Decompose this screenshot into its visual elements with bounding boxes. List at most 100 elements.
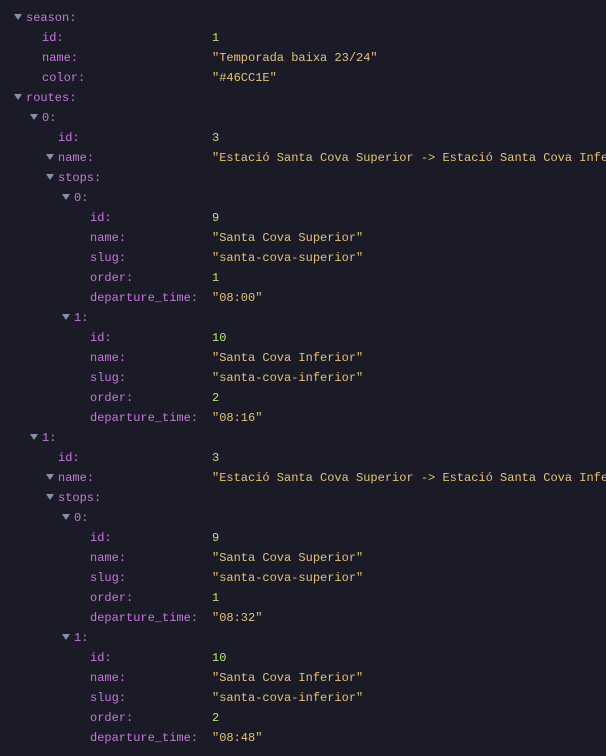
tree-key: slug: [90, 248, 126, 268]
tree-value: 1: [212, 268, 219, 288]
tree-row[interactable]: departure_time "08:16": [12, 408, 594, 428]
tree-value: 10: [212, 328, 226, 348]
tree-key: departure_time: [90, 288, 198, 308]
tree-row[interactable]: name "Santa Cova Inferior": [12, 668, 594, 688]
tree-key: departure_time: [90, 408, 198, 428]
tree-row[interactable]: name"Estació Santa Cova Superior -> Esta…: [12, 468, 594, 488]
tree-key: id: [90, 208, 112, 228]
tree-row[interactable]: name "Santa Cova Inferior": [12, 348, 594, 368]
tree-value: 2: [212, 388, 219, 408]
tree-key: name: [90, 228, 126, 248]
expand-toggle-icon[interactable]: [44, 152, 56, 164]
tree-value: 10: [212, 648, 226, 668]
tree-row[interactable]: slug "santa-cova-superior": [12, 568, 594, 588]
tree-key: slug: [90, 568, 126, 588]
tree-row[interactable]: 0: [12, 188, 594, 208]
tree-key: stops: [58, 168, 101, 188]
expand-toggle-icon[interactable]: [44, 492, 56, 504]
tree-row[interactable]: slug "santa-cova-superior": [12, 248, 594, 268]
tree-row[interactable]: name "Santa Cova Superior": [12, 228, 594, 248]
tree-value: "#46CC1E": [212, 68, 277, 88]
tree-value: "Santa Cova Inferior": [212, 348, 363, 368]
tree-row[interactable]: order 2: [12, 388, 594, 408]
tree-key: slug: [90, 688, 126, 708]
tree-key: 1: [74, 308, 88, 328]
tree-row[interactable]: order 1: [12, 268, 594, 288]
tree-value: "Temporada baixa 23/24": [212, 48, 378, 68]
tree-value: 1: [212, 588, 219, 608]
tree-value: "santa-cova-superior": [212, 248, 363, 268]
tree-key: routes: [26, 88, 76, 108]
tree-value: "santa-cova-superior": [212, 568, 363, 588]
expand-toggle-icon[interactable]: [12, 12, 24, 24]
tree-row[interactable]: departure_time "08:32": [12, 608, 594, 628]
tree-row[interactable]: name "Santa Cova Superior": [12, 548, 594, 568]
tree-key: id: [58, 448, 80, 468]
tree-value: 9: [212, 528, 219, 548]
tree-value: "08:32": [212, 608, 262, 628]
tree-value: "Santa Cova Superior": [212, 228, 363, 248]
tree-row[interactable]: slug "santa-cova-inferior": [12, 688, 594, 708]
tree-value: "08:16": [212, 408, 262, 428]
tree-row[interactable]: 1: [12, 308, 594, 328]
tree-row[interactable]: slug"santa-cova-inferior": [12, 368, 594, 388]
tree-row[interactable]: color"#46CC1E": [12, 68, 594, 88]
tree-row[interactable]: id 3: [12, 128, 594, 148]
tree-key: 0: [42, 108, 56, 128]
tree-row[interactable]: id 9: [12, 208, 594, 228]
tree-row[interactable]: id 3: [12, 448, 594, 468]
expand-toggle-icon[interactable]: [44, 472, 56, 484]
tree-row[interactable]: name"Estació Santa Cova Superior -> Esta…: [12, 148, 594, 168]
tree-key: id: [90, 528, 112, 548]
tree-value: 3: [212, 448, 219, 468]
tree-value: 2: [212, 708, 219, 728]
tree-row[interactable]: id1: [12, 28, 594, 48]
expand-toggle-icon[interactable]: [60, 512, 72, 524]
tree-row[interactable]: departure_time"08:00": [12, 288, 594, 308]
tree-key: order: [90, 388, 133, 408]
expand-toggle-icon[interactable]: [28, 432, 40, 444]
tree-key: name: [90, 348, 126, 368]
expand-toggle-icon[interactable]: [12, 92, 24, 104]
tree-row[interactable]: stops: [12, 488, 594, 508]
tree-row[interactable]: order 2: [12, 708, 594, 728]
tree-value: "santa-cova-inferior": [212, 688, 363, 708]
tree-key: name: [90, 548, 126, 568]
tree-key: id: [58, 128, 80, 148]
tree-value: "Estació Santa Cova Superior -> Estació …: [212, 148, 606, 168]
tree-value: "08:48": [212, 728, 262, 748]
expand-toggle-icon[interactable]: [28, 112, 40, 124]
tree-value: "Santa Cova Inferior": [212, 668, 363, 688]
tree-key: 0: [74, 188, 88, 208]
tree-key: order: [90, 708, 133, 728]
tree-row[interactable]: 0: [12, 508, 594, 528]
tree-row[interactable]: stops: [12, 168, 594, 188]
tree-row[interactable]: 1: [12, 428, 594, 448]
tree-row[interactable]: name "Temporada baixa 23/24": [12, 48, 594, 68]
tree-row[interactable]: 1: [12, 628, 594, 648]
tree-row[interactable]: routes: [12, 88, 594, 108]
tree-value: 3: [212, 128, 219, 148]
json-tree: seasonid1name"Temporada baixa 23/24"colo…: [12, 8, 594, 748]
tree-value: 9: [212, 208, 219, 228]
tree-row[interactable]: 0: [12, 108, 594, 128]
tree-key: slug: [90, 368, 126, 388]
tree-key: id: [90, 648, 112, 668]
expand-toggle-icon[interactable]: [60, 632, 72, 644]
tree-row[interactable]: order1: [12, 588, 594, 608]
expand-toggle-icon[interactable]: [44, 172, 56, 184]
tree-key: name: [90, 668, 126, 688]
expand-toggle-icon[interactable]: [60, 312, 72, 324]
tree-key: name: [58, 148, 94, 168]
tree-value: "Santa Cova Superior": [212, 548, 363, 568]
tree-key: departure_time: [90, 608, 198, 628]
tree-row[interactable]: season: [12, 8, 594, 28]
tree-key: order: [90, 268, 133, 288]
tree-key: id: [90, 328, 112, 348]
expand-toggle-icon[interactable]: [60, 192, 72, 204]
tree-row[interactable]: id 9: [12, 528, 594, 548]
tree-row[interactable]: id 10: [12, 648, 594, 668]
tree-row[interactable]: departure_time"08:48": [12, 728, 594, 748]
tree-row[interactable]: id 10: [12, 328, 594, 348]
tree-key: name: [42, 48, 78, 68]
